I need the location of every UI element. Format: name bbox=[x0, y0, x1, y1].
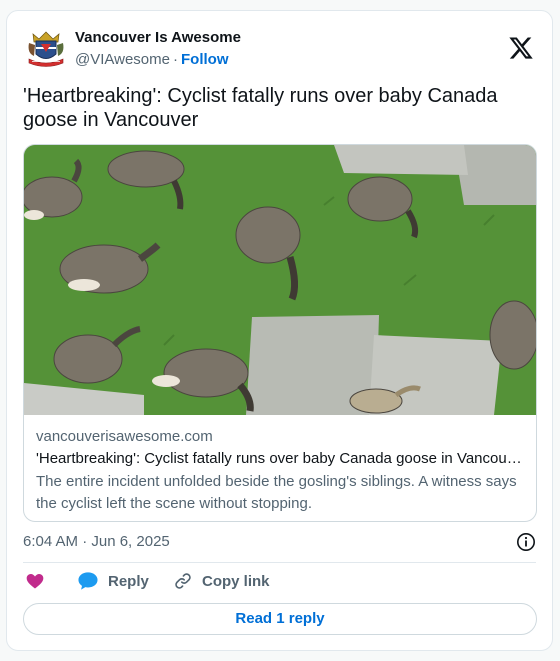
timestamp-row: 6:04 AM · Jun 6, 2025 bbox=[23, 531, 536, 553]
vancouver-crest-avatar[interactable] bbox=[23, 25, 69, 71]
copy-link-label: Copy link bbox=[202, 572, 270, 590]
tweet-header: Vancouver Is Awesome @VIAwesome · Follow bbox=[23, 25, 538, 71]
link-title: 'Heartbreaking': Cyclist fatally runs ov… bbox=[36, 450, 524, 467]
tweet-actions: Reply Copy link bbox=[23, 571, 536, 595]
author-handle[interactable]: @VIAwesome bbox=[75, 51, 170, 68]
reply-label: Reply bbox=[108, 572, 149, 590]
info-icon[interactable] bbox=[516, 532, 536, 552]
geese-on-grass-image bbox=[24, 145, 536, 415]
speech-bubble-icon bbox=[78, 572, 98, 590]
reply-button[interactable]: Reply bbox=[77, 571, 149, 591]
follow-button[interactable]: Follow bbox=[181, 51, 229, 68]
divider bbox=[23, 562, 536, 563]
embedded-tweet-card: Vancouver Is Awesome @VIAwesome · Follow '… bbox=[6, 10, 553, 651]
heart-icon bbox=[26, 574, 44, 589]
author-name[interactable]: Vancouver Is Awesome bbox=[75, 28, 241, 48]
author-subline: @VIAwesome · Follow bbox=[75, 50, 241, 70]
separator-dot: · bbox=[173, 51, 178, 68]
link-preview-card[interactable]: vancouverisawesome.com 'Heartbreaking': … bbox=[23, 144, 537, 522]
link-description: The entire incident unfolded beside the … bbox=[36, 473, 517, 512]
tweet-text: 'Heartbreaking': Cyclist fatally runs ov… bbox=[23, 85, 498, 131]
like-button[interactable] bbox=[25, 571, 45, 591]
read-replies-button[interactable]: Read 1 reply bbox=[23, 603, 537, 635]
copy-link-button[interactable]: Copy link bbox=[173, 571, 270, 591]
link-preview-meta: vancouverisawesome.com 'Heartbreaking': … bbox=[36, 427, 524, 515]
tweet-timestamp[interactable]: 6:04 AM · Jun 6, 2025 bbox=[23, 533, 170, 550]
link-icon bbox=[175, 573, 191, 589]
link-domain: vancouverisawesome.com bbox=[36, 428, 213, 445]
author-info: Vancouver Is Awesome @VIAwesome · Follow bbox=[75, 28, 241, 70]
x-logo-icon[interactable] bbox=[508, 35, 534, 61]
